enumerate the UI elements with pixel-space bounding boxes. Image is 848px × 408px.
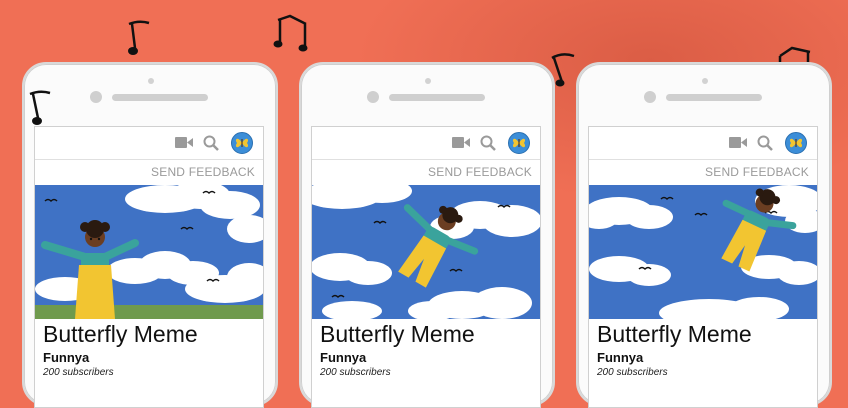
video-thumbnail[interactable] [589,185,817,319]
send-feedback-link[interactable]: SEND FEEDBACK [428,165,532,179]
send-feedback-link[interactable]: SEND FEEDBACK [151,165,255,179]
divider [589,159,817,160]
video-thumbnail[interactable] [312,185,540,319]
front-camera [425,78,431,84]
channel-name[interactable]: Funnya [320,350,366,365]
phone-screen: SEND FEEDBACK Butterfly Meme Funnya 200 … [588,126,818,408]
search-icon[interactable] [202,134,220,152]
video-thumbnail[interactable] [35,185,263,319]
sensor-dot [90,91,102,103]
music-note-icon [128,20,150,55]
video-camera-icon[interactable] [452,136,470,149]
video-title[interactable]: Butterfly Meme [597,321,752,348]
divider [312,159,540,160]
subscriber-count: 200 subscribers [320,367,391,378]
phone-frame: SEND FEEDBACK Butterfly Meme Funnya 200 … [22,62,278,408]
sensor-dot [644,91,656,103]
butterfly-avatar-icon[interactable] [785,132,807,154]
speaker-grille [389,94,485,101]
app-bar [312,127,540,159]
front-camera [148,78,154,84]
app-bar [35,127,263,159]
music-note-icon [273,14,308,52]
channel-name[interactable]: Funnya [43,350,89,365]
subscriber-count: 200 subscribers [43,367,114,378]
front-camera [702,78,708,84]
video-title[interactable]: Butterfly Meme [43,321,198,348]
phone-frame: SEND FEEDBACK Butterfly Meme Funnya 200 … [299,62,555,408]
send-feedback-link[interactable]: SEND FEEDBACK [705,165,809,179]
phone-screen: SEND FEEDBACK Butterfly Meme Funnya 200 … [34,126,264,408]
music-note-icon [29,90,51,125]
channel-name[interactable]: Funnya [597,350,643,365]
sensor-dot [367,91,379,103]
video-camera-icon[interactable] [729,136,747,149]
divider [35,159,263,160]
speaker-grille [112,94,208,101]
video-title[interactable]: Butterfly Meme [320,321,475,348]
search-icon[interactable] [479,134,497,152]
butterfly-avatar-icon[interactable] [508,132,530,154]
phone-screen: SEND FEEDBACK Butterfly Meme Funnya 200 … [311,126,541,408]
butterfly-avatar-icon[interactable] [231,132,253,154]
subscriber-count: 200 subscribers [597,367,668,378]
speaker-grille [666,94,762,101]
app-bar [589,127,817,159]
video-camera-icon[interactable] [175,136,193,149]
search-icon[interactable] [756,134,774,152]
phone-frame: SEND FEEDBACK Butterfly Meme Funnya 200 … [576,62,832,408]
